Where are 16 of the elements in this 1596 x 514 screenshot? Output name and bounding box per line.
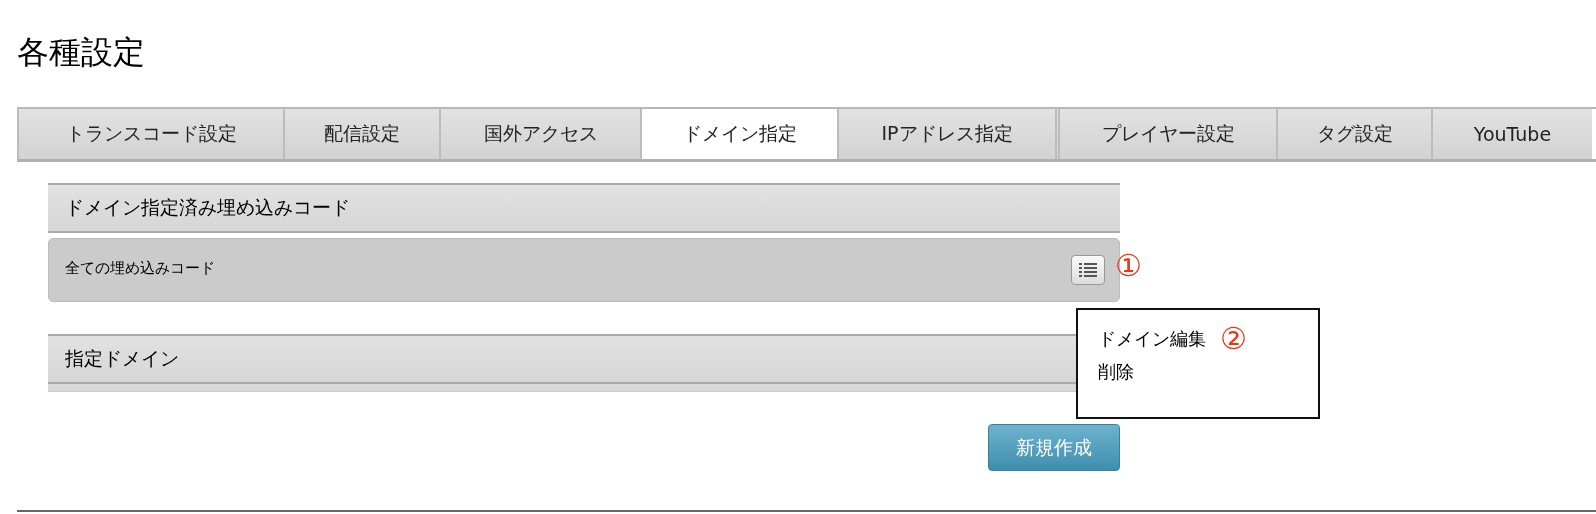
page-title: 各種設定	[16, 32, 146, 73]
section-header: ドメイン指定済み埋め込みコード	[48, 183, 1120, 233]
tab[interactable]: 配信設定	[283, 109, 439, 159]
tab[interactable]: トランスコード設定	[17, 109, 283, 159]
annotation-number: ②	[1220, 324, 1247, 354]
tab[interactable]: プレイヤー設定	[1055, 109, 1276, 159]
list-icon	[1078, 262, 1098, 278]
tab[interactable]: タグ設定	[1276, 109, 1431, 159]
annotation-number: ①	[1115, 251, 1142, 281]
tab[interactable]: IPアドレス指定	[837, 109, 1055, 159]
row-label: 全ての埋め込みコード	[65, 258, 216, 278]
list-menu-button[interactable]	[1071, 255, 1105, 285]
tab[interactable]: 国外アクセス	[439, 109, 640, 159]
tab[interactable]: YouTube	[1431, 109, 1592, 159]
menu-item[interactable]: 削除	[1098, 360, 1134, 384]
menu-item[interactable]: ドメイン編集	[1098, 327, 1206, 351]
